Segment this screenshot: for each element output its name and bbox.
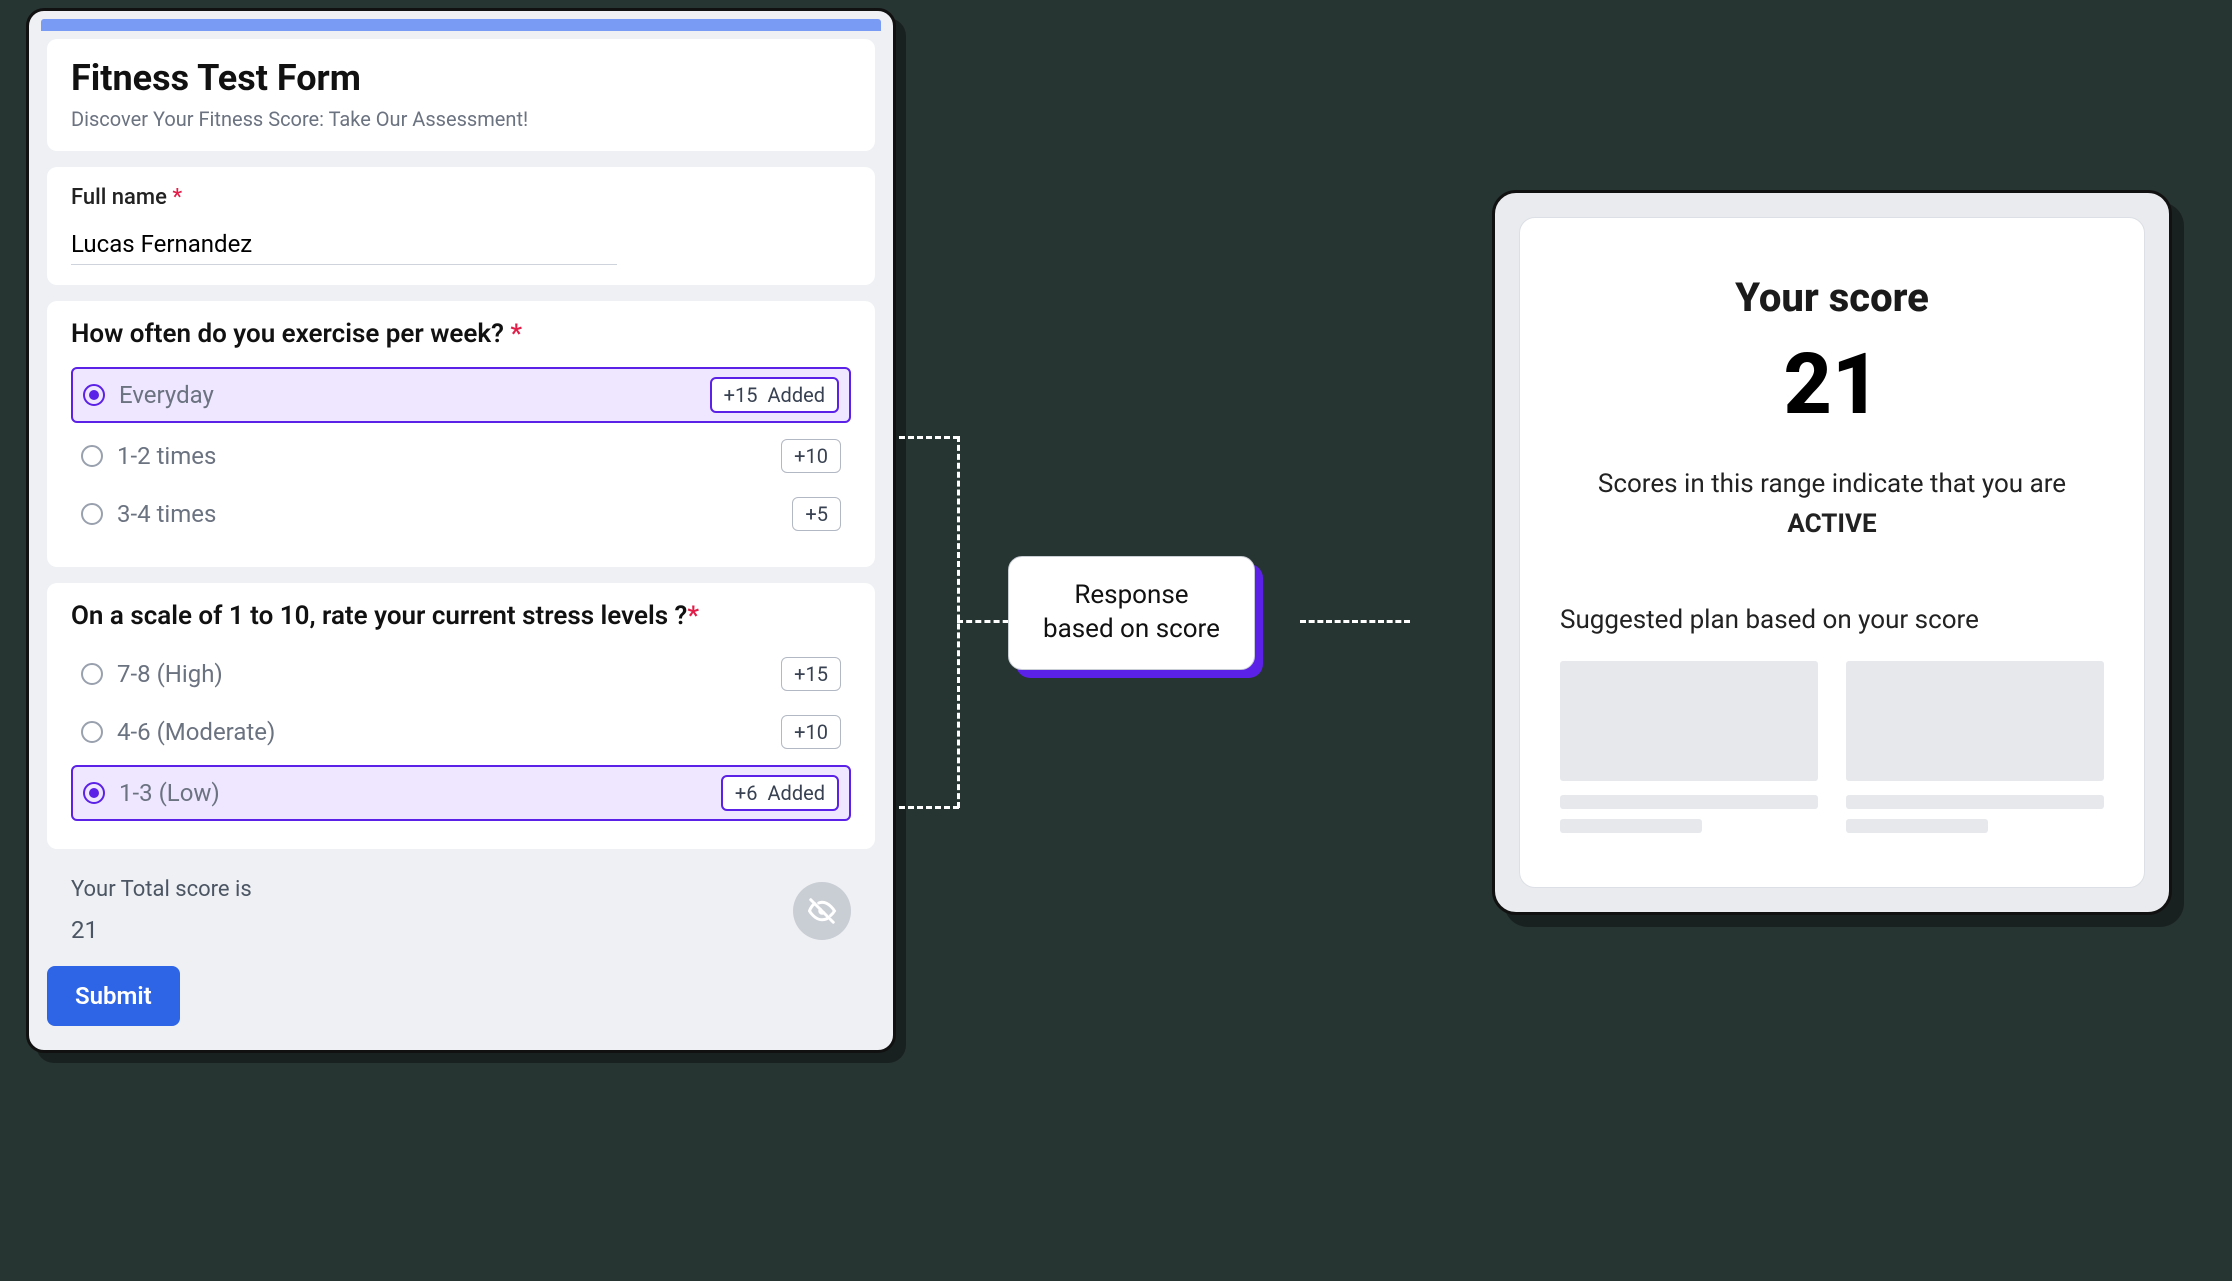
placeholder-image: [1846, 661, 2104, 781]
score-value: +15: [794, 662, 828, 686]
total-label: Your Total score is: [71, 877, 252, 902]
score-added: Added: [768, 781, 826, 805]
score-value: +15: [724, 383, 758, 407]
q2-title: On a scale of 1 to 10, rate your current…: [71, 601, 851, 631]
callout-line2: based on score: [1043, 613, 1220, 647]
q2-option-low[interactable]: 1-3 (Low) +6 Added: [71, 765, 851, 821]
result-inner: Your score 21 Scores in this range indic…: [1519, 217, 2145, 888]
result-description: Scores in this range indicate that you a…: [1560, 464, 2104, 545]
result-score: 21: [1560, 335, 2104, 434]
radio-icon: [81, 721, 103, 743]
placeholder-line: [1846, 795, 2104, 809]
required-asterisk: *: [172, 185, 182, 210]
name-section: Full name *: [47, 167, 875, 285]
score-chip: +6 Added: [721, 775, 839, 811]
question-exercise: How often do you exercise per week? * Ev…: [47, 301, 875, 567]
q2-title-text: On a scale of 1 to 10, rate your current…: [71, 601, 687, 631]
result-title: Your score: [1560, 274, 2104, 321]
total-block: Your Total score is 21: [47, 865, 875, 966]
q1-title-text: How often do you exercise per week?: [71, 319, 504, 349]
placeholder-line: [1560, 819, 1702, 833]
form-title: Fitness Test Form: [71, 57, 851, 99]
question-stress: On a scale of 1 to 10, rate your current…: [47, 583, 875, 849]
callout-line1: Response: [1043, 579, 1220, 613]
q1-option-label: Everyday: [119, 381, 214, 409]
name-label: Full name *: [71, 185, 851, 210]
plan-card: [1560, 661, 1818, 843]
q2-option-moderate[interactable]: 4-6 (Moderate) +10: [71, 707, 851, 757]
required-asterisk: *: [510, 319, 522, 349]
score-value: +5: [805, 502, 828, 526]
plan-heading: Suggested plan based on your score: [1560, 605, 2104, 635]
q2-option-high[interactable]: 7-8 (High) +15: [71, 649, 851, 699]
form-header: Fitness Test Form Discover Your Fitness …: [47, 39, 875, 151]
radio-icon: [83, 384, 105, 406]
radio-icon: [81, 663, 103, 685]
result-card: Your score 21 Scores in this range indic…: [1492, 190, 2172, 915]
result-desc-pre: Scores in this range indicate that you a…: [1598, 469, 2066, 499]
form-subtitle: Discover Your Fitness Score: Take Our As…: [71, 107, 851, 131]
placeholder-line: [1560, 795, 1818, 809]
submit-button[interactable]: Submit: [47, 966, 180, 1026]
placeholder-line: [1846, 819, 1988, 833]
score-chip: +5: [792, 497, 841, 531]
radio-icon: [83, 782, 105, 804]
q1-option-1-2[interactable]: 1-2 times +10: [71, 431, 851, 481]
name-label-text: Full name: [71, 185, 167, 210]
plan-cards: [1560, 661, 2104, 843]
result-category: ACTIVE: [1787, 509, 1876, 539]
eye-off-icon[interactable]: [793, 882, 851, 940]
q2-option-label: 1-3 (Low): [119, 779, 220, 807]
score-chip: +15: [781, 657, 841, 691]
score-chip: +10: [781, 439, 841, 473]
q2-option-label: 7-8 (High): [117, 660, 223, 688]
total-value: 21: [71, 916, 252, 944]
accent-bar: [41, 19, 881, 31]
q1-option-everyday[interactable]: Everyday +15 Added: [71, 367, 851, 423]
q1-option-label: 3-4 times: [117, 500, 216, 528]
score-value: +10: [794, 444, 828, 468]
score-added: Added: [768, 383, 826, 407]
q2-option-label: 4-6 (Moderate): [117, 718, 275, 746]
required-asterisk: *: [687, 601, 699, 631]
score-chip: +15 Added: [710, 377, 839, 413]
connector: [899, 436, 959, 439]
plan-card: [1846, 661, 2104, 843]
score-value: +10: [794, 720, 828, 744]
score-value: +6: [735, 781, 758, 805]
name-input[interactable]: [71, 222, 617, 265]
placeholder-image: [1560, 661, 1818, 781]
radio-icon: [81, 503, 103, 525]
q1-option-3-4[interactable]: 3-4 times +5: [71, 489, 851, 539]
connector: [1300, 620, 1410, 623]
q1-option-label: 1-2 times: [117, 442, 216, 470]
connector: [899, 806, 959, 809]
callout: Response based on score: [1008, 556, 1255, 670]
form-card: Fitness Test Form Discover Your Fitness …: [26, 8, 896, 1053]
radio-icon: [81, 445, 103, 467]
q1-title: How often do you exercise per week? *: [71, 319, 851, 349]
score-chip: +10: [781, 715, 841, 749]
